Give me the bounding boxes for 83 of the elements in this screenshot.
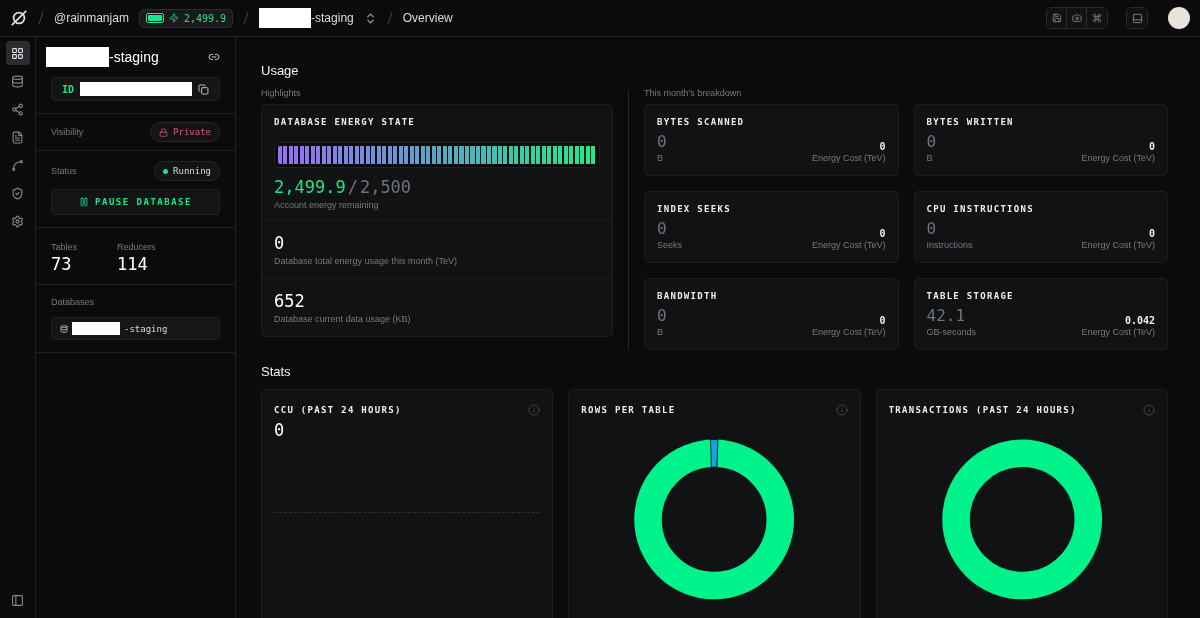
caption: Database current data usage (KB) (274, 314, 412, 324)
project-name: -staging (109, 49, 159, 65)
cost-value: 0 (879, 141, 886, 152)
command-icon[interactable] (1087, 8, 1107, 28)
metric-value: 0 (926, 132, 937, 151)
battery-icon (145, 13, 164, 23)
usage-heading: Usage (261, 63, 300, 78)
status-label: Status (51, 166, 77, 176)
card-title: CPU INSTRUCTIONS (926, 204, 1035, 214)
metric-value: 0 (657, 132, 667, 151)
metric-value: 42.1 (926, 306, 967, 325)
database-icon (60, 324, 68, 333)
stats-heading: Stats (261, 364, 292, 379)
card-title: BANDWIDTH (657, 291, 719, 301)
cost-value: 0 (1148, 141, 1155, 152)
count-value: 73 (51, 254, 73, 274)
panel-icon[interactable] (1127, 8, 1147, 28)
cost-value: 0 (1148, 228, 1155, 239)
cost-value: 0.042 (1124, 315, 1155, 326)
metric-value: 0 (657, 306, 667, 325)
avatar[interactable] (1168, 7, 1190, 29)
pause-icon (79, 197, 90, 207)
user-link[interactable]: @rainmanjam (54, 11, 129, 25)
lightning-icon (168, 13, 179, 23)
energy-pill[interactable]: 2,499.9 (138, 8, 234, 28)
unit-label: B (657, 153, 664, 163)
cost-label: Energy Cost (TeV) (1081, 327, 1155, 337)
page-title: Overview (402, 11, 453, 25)
count-label: Reducers (117, 242, 156, 252)
unit-label: GB-seconds (926, 327, 977, 337)
separator: / (347, 177, 358, 197)
private-badge: Private (150, 122, 220, 142)
card-title: ROWS PER TABLE (581, 405, 676, 415)
cost-value: 0 (879, 228, 886, 239)
count-label: Tables (51, 242, 77, 252)
card-title: TRANSACTIONS (PAST 24 HOURS) (888, 405, 1077, 415)
energy-remaining: 2,499.9 (274, 177, 346, 197)
card-title: BYTES WRITTEN (926, 117, 1015, 127)
card-title: INDEX SEEKS (657, 204, 732, 214)
unit-label: B (926, 153, 934, 163)
redaction-block (46, 47, 109, 67)
caption: Account energy remaining (274, 200, 380, 210)
breadcrumb-separator-icon (386, 11, 393, 25)
link-icon[interactable] (208, 51, 220, 63)
cost-label: Energy Cost (TeV) (811, 327, 886, 337)
unit-label: Seeks (657, 240, 682, 250)
highlights-label: Highlights (261, 88, 302, 98)
card-title: CCU (PAST 24 HOURS) (274, 405, 402, 415)
visibility-label: Visibility (51, 127, 84, 137)
unit-label: B (657, 327, 664, 337)
copy-icon[interactable] (198, 83, 209, 95)
stat-value: 0 (274, 420, 286, 440)
save-icon[interactable] (1047, 8, 1067, 28)
cost-value: 0 (879, 315, 886, 326)
cost-label: Energy Cost (TeV) (1081, 153, 1155, 163)
id-field: ID (51, 77, 220, 101)
databases-label: Databases (51, 297, 96, 307)
database-item[interactable]: -staging (51, 317, 220, 340)
metric-value: 652 (274, 291, 306, 311)
breadcrumb-separator-icon (38, 11, 44, 25)
pause-button[interactable]: PAUSE DATABASE (51, 189, 220, 215)
camera-icon[interactable] (1067, 8, 1087, 28)
card-title: DATABASE ENERGY STATE (274, 117, 417, 127)
logo-icon[interactable] (10, 9, 28, 27)
redaction-block (72, 322, 120, 335)
count-value: 114 (117, 254, 149, 274)
project-selector[interactable]: -staging (311, 11, 354, 25)
caption: Database total energy usage this month (TeV) (274, 256, 459, 266)
redaction-block (259, 8, 312, 28)
metric-value: 0 (926, 219, 938, 238)
card-title: TABLE STORAGE (926, 291, 1015, 301)
breakdown-label: This month's breakdown (644, 88, 743, 98)
overview-nav-icon[interactable] (5, 41, 30, 65)
cost-label: Energy Cost (TeV) (1081, 240, 1155, 250)
metric-value: 0 (657, 219, 668, 238)
cost-label: Energy Cost (TeV) (811, 240, 886, 250)
breadcrumb-separator-icon (243, 11, 250, 25)
card-title: BYTES SCANNED (657, 117, 746, 127)
energy-total: 2,500 (359, 177, 412, 197)
metric-value: 0 (274, 233, 286, 253)
status-badge: Running (154, 161, 220, 181)
cost-label: Energy Cost (TeV) (811, 153, 886, 163)
unit-label: Instructions (926, 240, 973, 250)
